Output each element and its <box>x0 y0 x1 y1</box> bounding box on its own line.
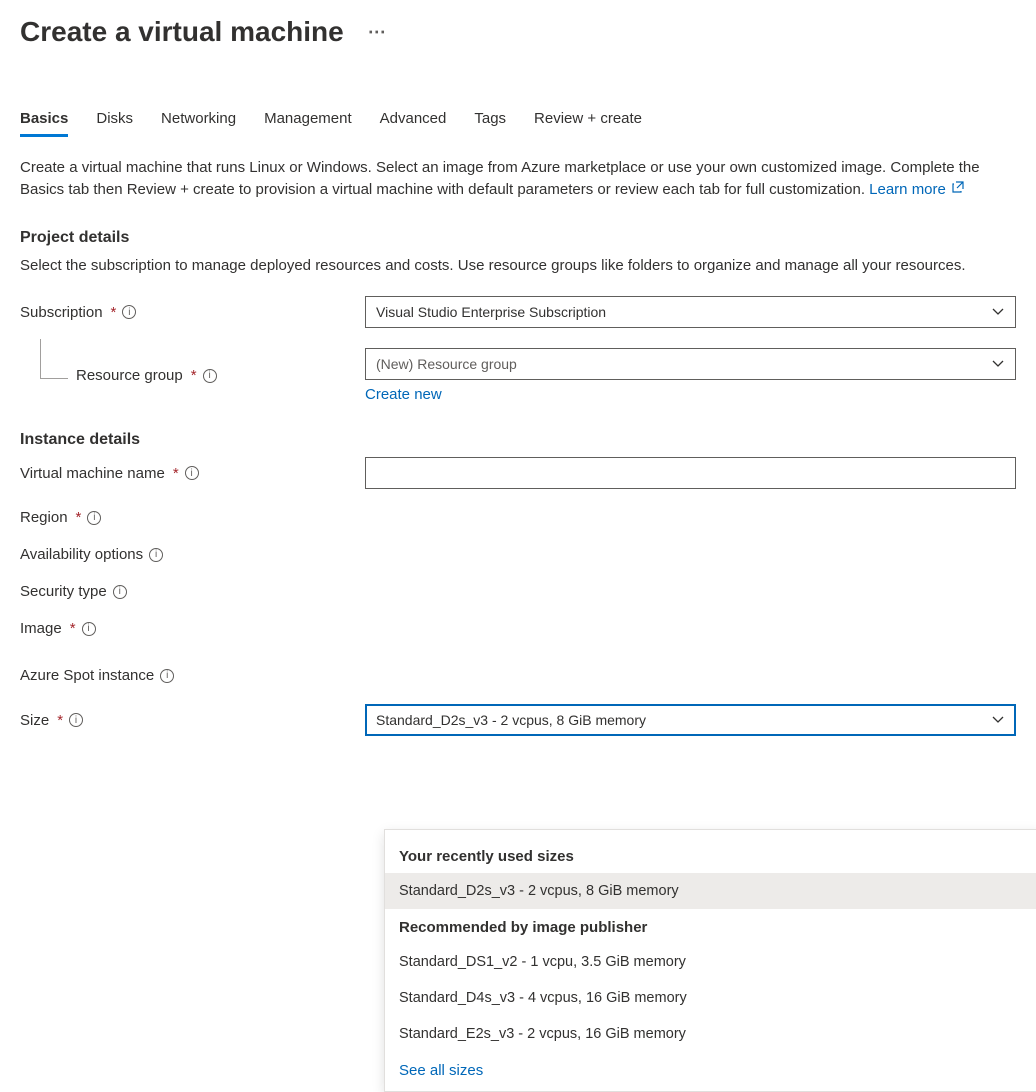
row-region: Region * i <box>20 509 1016 526</box>
info-icon[interactable]: i <box>203 369 217 383</box>
required-mark: * <box>191 367 197 384</box>
required-mark: * <box>57 712 63 729</box>
page-title-text: Create a virtual machine <box>20 16 344 48</box>
tab-networking[interactable]: Networking <box>161 104 236 137</box>
form-area: Project details Select the subscription … <box>20 229 1016 737</box>
row-availability: Availability options i <box>20 546 1016 563</box>
tree-connector-icon <box>40 339 68 379</box>
subscription-select[interactable]: Visual Studio Enterprise Subscription <box>365 296 1016 328</box>
row-vm-name: Virtual machine name * i <box>20 457 1016 489</box>
dd-recent-header: Your recently used sizes <box>385 838 1036 873</box>
image-label: Image <box>20 620 62 637</box>
resource-group-select[interactable]: (New) Resource group <box>365 348 1016 380</box>
required-mark: * <box>76 509 82 526</box>
required-mark: * <box>70 620 76 637</box>
image-label-col: Image * i <box>20 620 365 637</box>
learn-more-label: Learn more <box>869 181 946 198</box>
tab-basics[interactable]: Basics <box>20 104 68 137</box>
subscription-label-col: Subscription * i <box>20 304 365 321</box>
see-all-sizes-link[interactable]: See all sizes <box>399 1062 483 1079</box>
row-size: Size * i Standard_D2s_v3 - 2 vcpus, 8 Gi… <box>20 704 1016 736</box>
row-resource-group: Resource group * i (New) Resource group … <box>20 348 1016 403</box>
size-dropdown-panel: Your recently used sizes Standard_D2s_v3… <box>384 829 1036 1092</box>
page-title: Create a virtual machine ⋯ <box>20 16 1016 48</box>
learn-more-link[interactable]: Learn more <box>869 181 964 198</box>
region-label-col: Region * i <box>20 509 365 526</box>
row-spot: Azure Spot instance i <box>20 667 1016 684</box>
tab-disks[interactable]: Disks <box>96 104 133 137</box>
vm-name-label-col: Virtual machine name * i <box>20 465 365 482</box>
spot-label: Azure Spot instance <box>20 667 154 684</box>
more-icon[interactable]: ⋯ <box>368 22 387 43</box>
info-icon[interactable]: i <box>87 511 101 525</box>
project-details-heading: Project details <box>20 229 1016 247</box>
resource-group-label: Resource group <box>76 367 183 384</box>
size-field: Standard_D2s_v3 - 2 vcpus, 8 GiB memory <box>365 704 1016 736</box>
size-label-col: Size * i <box>20 712 365 729</box>
resource-group-placeholder: (New) Resource group <box>376 356 517 372</box>
info-icon[interactable]: i <box>82 622 96 636</box>
size-value: Standard_D2s_v3 - 2 vcpus, 8 GiB memory <box>376 712 646 728</box>
tab-tags[interactable]: Tags <box>474 104 506 137</box>
dd-item-recent-0[interactable]: Standard_D2s_v3 - 2 vcpus, 8 GiB memory <box>385 873 1036 909</box>
resource-group-field: (New) Resource group Create new <box>365 348 1016 403</box>
row-subscription: Subscription * i Visual Studio Enterpris… <box>20 296 1016 328</box>
availability-label-col: Availability options i <box>20 546 365 563</box>
row-image: Image * i <box>20 620 1016 637</box>
vm-name-label: Virtual machine name <box>20 465 165 482</box>
dd-recommended-header: Recommended by image publisher <box>385 909 1036 944</box>
required-mark: * <box>111 304 117 321</box>
subscription-value: Visual Studio Enterprise Subscription <box>376 304 606 320</box>
create-new-link[interactable]: Create new <box>365 386 442 403</box>
size-label: Size <box>20 712 49 729</box>
info-icon[interactable]: i <box>122 305 136 319</box>
intro-body: Create a virtual machine that runs Linux… <box>20 159 980 198</box>
intro-text: Create a virtual machine that runs Linux… <box>20 157 1016 201</box>
required-mark: * <box>173 465 179 482</box>
info-icon[interactable]: i <box>69 713 83 727</box>
tab-management[interactable]: Management <box>264 104 352 137</box>
info-icon[interactable]: i <box>185 466 199 480</box>
info-icon[interactable]: i <box>149 548 163 562</box>
info-icon[interactable]: i <box>160 669 174 683</box>
dd-item-rec-2[interactable]: Standard_E2s_v3 - 2 vcpus, 16 GiB memory <box>385 1016 1036 1052</box>
size-select[interactable]: Standard_D2s_v3 - 2 vcpus, 8 GiB memory <box>365 704 1016 736</box>
availability-label: Availability options <box>20 546 143 563</box>
external-link-icon <box>952 181 964 198</box>
subscription-label: Subscription <box>20 304 103 321</box>
dd-item-rec-0[interactable]: Standard_DS1_v2 - 1 vcpu, 3.5 GiB memory <box>385 944 1036 980</box>
instance-details-heading: Instance details <box>20 431 1016 449</box>
chevron-down-icon <box>991 713 1005 727</box>
info-icon[interactable]: i <box>113 585 127 599</box>
tab-review-create[interactable]: Review + create <box>534 104 642 137</box>
tab-advanced[interactable]: Advanced <box>380 104 447 137</box>
dd-item-rec-1[interactable]: Standard_D4s_v3 - 4 vcpus, 16 GiB memory <box>385 980 1036 1016</box>
vm-name-input[interactable] <box>365 457 1016 489</box>
project-details-desc: Select the subscription to manage deploy… <box>20 255 1016 277</box>
chevron-down-icon <box>991 305 1005 319</box>
subscription-field: Visual Studio Enterprise Subscription <box>365 296 1016 328</box>
security-label: Security type <box>20 583 107 600</box>
chevron-down-icon <box>991 357 1005 371</box>
region-label: Region <box>20 509 68 526</box>
row-security: Security type i <box>20 583 1016 600</box>
vm-name-field <box>365 457 1016 489</box>
security-label-col: Security type i <box>20 583 365 600</box>
tabs: Basics Disks Networking Management Advan… <box>20 104 1016 137</box>
spot-label-col: Azure Spot instance i <box>20 667 365 684</box>
resource-group-label-col: Resource group * i <box>20 367 365 384</box>
